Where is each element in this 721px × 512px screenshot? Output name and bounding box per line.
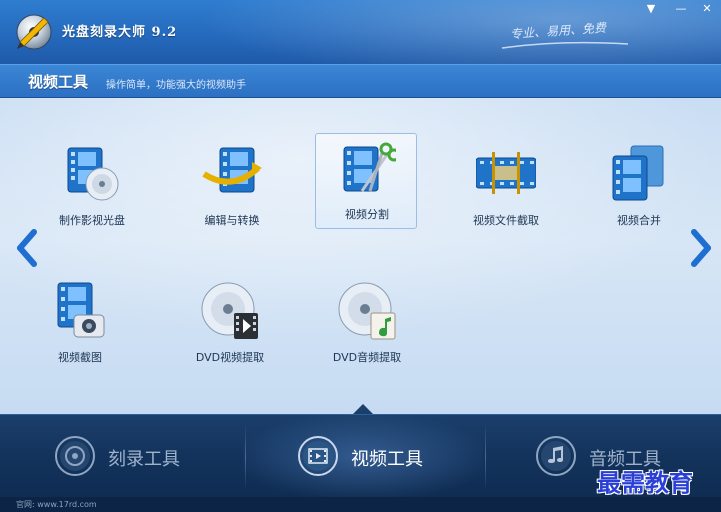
tab-burn-tools[interactable]: 刻录工具 bbox=[0, 415, 240, 498]
app-title: 光盘刻录大师 9.2 bbox=[62, 25, 178, 40]
section-subtitle: 操作简单，功能强大的视频助手 bbox=[106, 80, 246, 91]
tab-video-tools[interactable]: 视频工具 bbox=[243, 415, 483, 498]
music-note-icon bbox=[536, 436, 576, 476]
tool-label: 视频合并 bbox=[617, 214, 661, 227]
watermark-logo: 最需教育 bbox=[597, 468, 693, 497]
menu-dropdown-button[interactable]: ▼ bbox=[642, 2, 660, 16]
tool-video-screenshot[interactable]: 视频截图 bbox=[25, 275, 135, 375]
tool-dvd-video-extract[interactable]: DVD视频提取 bbox=[175, 275, 285, 375]
dvd-video-icon bbox=[201, 282, 258, 339]
film-scissors-icon bbox=[343, 142, 396, 192]
film-convert-icon bbox=[202, 147, 262, 193]
tool-video-clip[interactable]: 视频文件截取 bbox=[451, 138, 561, 238]
tool-video-split[interactable]: 视频分割 bbox=[315, 133, 417, 229]
film-icon bbox=[298, 436, 338, 476]
tool-label: 视频截图 bbox=[58, 351, 102, 364]
active-tab-indicator bbox=[353, 404, 373, 414]
tool-label: 制作影视光盘 bbox=[59, 214, 125, 227]
tool-edit-convert[interactable]: 编辑与转换 bbox=[177, 138, 287, 238]
dvd-audio-icon bbox=[338, 282, 396, 340]
tool-make-video-disc[interactable]: 制作影视光盘 bbox=[37, 138, 147, 238]
app-logo-icon bbox=[16, 14, 52, 50]
tool-video-merge[interactable]: 视频合并 bbox=[584, 138, 694, 238]
disc-icon bbox=[55, 436, 95, 476]
tool-label: 视频分割 bbox=[345, 208, 389, 221]
film-clip-icon bbox=[476, 152, 536, 194]
title-bar: 光盘刻录大师 9.2 专业、易用、免费 ▼ — ✕ bbox=[0, 0, 721, 64]
tool-label: 视频文件截取 bbox=[473, 214, 539, 227]
section-title: 视频工具 bbox=[28, 73, 89, 91]
close-button[interactable]: ✕ bbox=[698, 2, 716, 16]
status-bar: 官网: www.17rd.com bbox=[0, 497, 721, 512]
tool-dvd-audio-extract[interactable]: DVD音频提取 bbox=[312, 275, 422, 375]
next-page-arrow-icon[interactable] bbox=[688, 228, 714, 268]
film-disc-icon bbox=[67, 147, 119, 201]
prev-page-arrow-icon[interactable] bbox=[14, 228, 40, 268]
tab-label: 刻录工具 bbox=[108, 449, 180, 470]
tool-label: DVD音频提取 bbox=[332, 351, 402, 364]
tab-label: 视频工具 bbox=[351, 449, 423, 470]
minimize-button[interactable]: — bbox=[672, 2, 690, 16]
tool-label: DVD视频提取 bbox=[195, 351, 265, 364]
film-merge-icon bbox=[612, 145, 664, 201]
tool-label: 编辑与转换 bbox=[204, 214, 260, 227]
slogan-swash bbox=[501, 41, 629, 49]
film-camera-icon bbox=[57, 282, 105, 338]
website-link[interactable]: 官网: www.17rd.com bbox=[16, 499, 97, 510]
section-header: 视频工具 操作简单，功能强大的视频助手 bbox=[0, 64, 721, 98]
